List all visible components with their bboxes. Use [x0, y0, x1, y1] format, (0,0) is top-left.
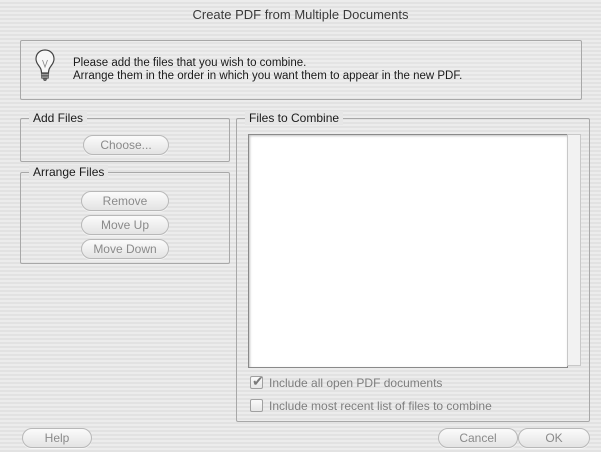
ok-button[interactable]: OK	[518, 428, 590, 448]
files-list[interactable]	[248, 134, 568, 368]
checkmark-icon: ✔	[252, 373, 264, 389]
remove-button[interactable]: Remove	[81, 191, 169, 211]
lightbulb-icon	[35, 49, 55, 81]
include-open-pdfs-checkbox[interactable]: ✔	[250, 373, 264, 389]
include-recent-list-checkbox[interactable]	[250, 399, 263, 412]
cancel-button[interactable]: Cancel	[438, 428, 518, 448]
help-button[interactable]: Help	[22, 428, 92, 448]
info-text: Please add the files that you wish to co…	[73, 57, 462, 83]
files-to-combine-legend: Files to Combine	[245, 111, 344, 125]
info-line-2: Arrange them in the order in which you w…	[73, 70, 463, 82]
move-down-button[interactable]: Move Down	[81, 239, 169, 259]
window-title: Create PDF from Multiple Documents	[192, 7, 409, 22]
add-files-group: Add Files Choose...	[20, 111, 230, 162]
choose-button[interactable]: Choose...	[83, 135, 169, 155]
include-recent-list-label: Include most recent list of files to com…	[269, 399, 492, 413]
move-up-button[interactable]: Move Up	[81, 215, 169, 235]
add-files-legend: Add Files	[29, 111, 88, 125]
arrange-files-group: Arrange Files Remove Move Up Move Down	[20, 165, 230, 264]
info-panel: Please add the files that you wish to co…	[20, 40, 582, 100]
arrange-files-legend: Arrange Files	[29, 165, 109, 179]
info-line-1: Please add the files that you wish to co…	[73, 57, 307, 69]
files-list-scrollbar[interactable]	[567, 134, 581, 366]
include-open-pdfs-label: Include all open PDF documents	[269, 376, 443, 390]
